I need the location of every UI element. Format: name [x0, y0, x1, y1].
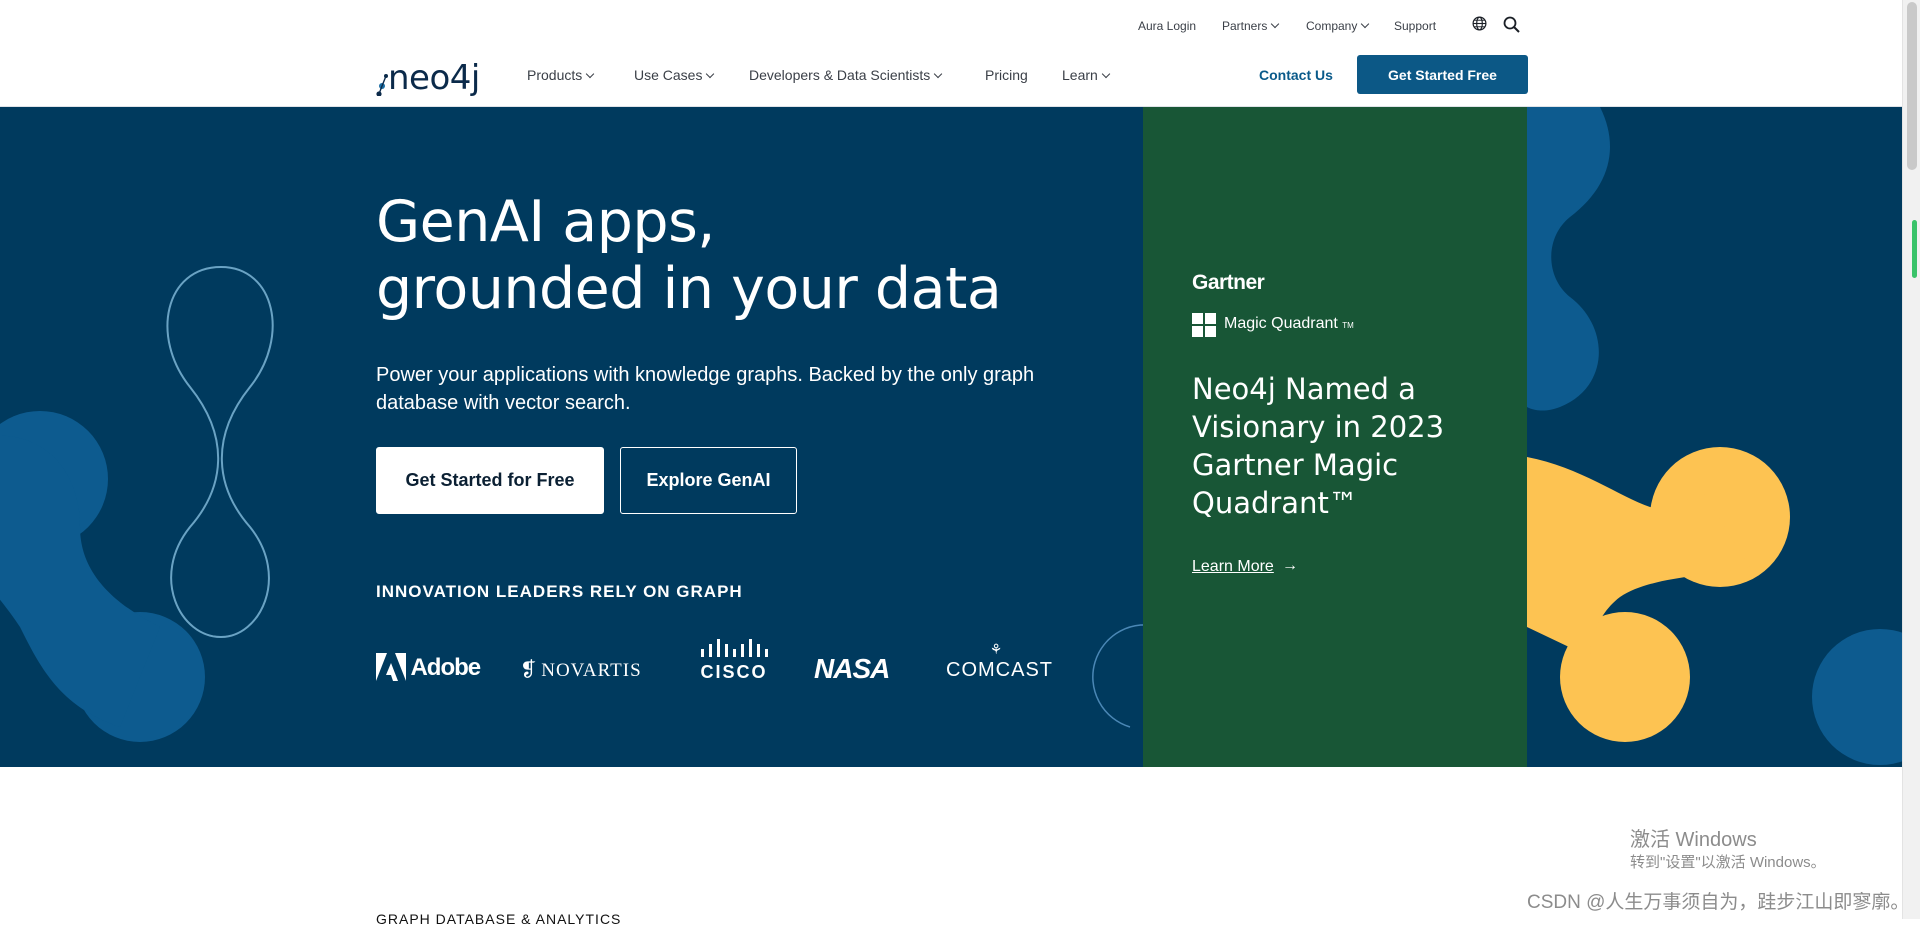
- chevron-down-icon: [1271, 19, 1280, 29]
- nav-learn-label: Learn: [1062, 67, 1098, 83]
- nav-use-cases-label: Use Cases: [634, 67, 703, 83]
- get-started-for-free-button[interactable]: Get Started for Free: [376, 447, 604, 514]
- utility-bar: Aura Login Partners Company Support: [0, 0, 1902, 50]
- nasa-logo: NASA: [814, 653, 890, 685]
- csdn-watermark: CSDN @人生万事须自为，跬步江山即寥廓。: [1527, 892, 1910, 913]
- novartis-logo: ❡ NOVARTIS: [520, 657, 642, 682]
- company-menu[interactable]: Company: [1306, 19, 1370, 33]
- cisco-wordmark: CISCO: [700, 662, 768, 682]
- neo4j-logo[interactable]: neo4j: [376, 58, 486, 98]
- get-started-free-button[interactable]: Get Started Free: [1357, 55, 1528, 94]
- hero-title-line1: GenAI apps,: [376, 189, 715, 255]
- main-nav: neo4j Products Use Cases Developers & Da…: [0, 50, 1902, 107]
- nav-products-label: Products: [527, 67, 583, 83]
- magic-quadrant-text: Magic Quadrant: [1224, 315, 1338, 332]
- partners-label: Partners: [1222, 19, 1268, 33]
- explore-genai-button[interactable]: Explore GenAI: [620, 447, 797, 514]
- company-label: Company: [1306, 19, 1358, 33]
- comcast-logo: ⚘ COMCAST: [946, 641, 1053, 682]
- hero-section: GenAI apps, grounded in your data Power …: [0, 107, 1902, 767]
- gartner-brand: Gartner: [1192, 271, 1265, 294]
- chevron-down-icon: [706, 69, 715, 79]
- windows-activation-title: 激活 Windows: [1630, 829, 1757, 851]
- adobe-wordmark: Adobe: [410, 654, 481, 681]
- cisco-bars-icon: [701, 639, 768, 657]
- hero-title: GenAI apps, grounded in your data: [376, 189, 1002, 323]
- windows-activation-hint: 转到"设置"以激活 Windows。: [1630, 854, 1826, 871]
- customer-logos: Adobe ❡ NOVARTIS CISCO NASA ⚘ COMCAST: [376, 639, 1056, 707]
- partners-menu[interactable]: Partners: [1222, 19, 1280, 33]
- chevron-down-icon: [1361, 19, 1370, 29]
- section-label: GRAPH DATABASE & ANALYTICS: [376, 911, 622, 927]
- page-scrollbar[interactable]: [1902, 0, 1920, 919]
- nav-products[interactable]: Products: [527, 67, 595, 83]
- nav-learn[interactable]: Learn: [1062, 67, 1111, 83]
- learn-more-link[interactable]: Learn More: [1192, 558, 1274, 576]
- nav-developers-label: Developers & Data Scientists: [749, 67, 931, 83]
- peacock-icon: ⚘: [989, 641, 1003, 657]
- leaders-heading: INNOVATION LEADERS RELY ON GRAPH: [376, 582, 743, 601]
- search-icon[interactable]: [1503, 16, 1520, 33]
- chevron-down-icon: [1101, 69, 1111, 79]
- aura-login-link[interactable]: Aura Login: [1138, 19, 1196, 33]
- scroll-indicator: [1912, 220, 1917, 278]
- nav-developers[interactable]: Developers & Data Scientists: [749, 67, 943, 83]
- comcast-wordmark: COMCAST: [946, 659, 1053, 681]
- chevron-down-icon: [586, 69, 595, 79]
- promo-title: Neo4j Named a Visionary in 2023 Gartner …: [1192, 372, 1445, 520]
- magic-quadrant-label: Magic Quadrant TM: [1224, 315, 1354, 333]
- nav-use-cases[interactable]: Use Cases: [634, 67, 715, 83]
- hero-subtitle: Power your applications with knowledge g…: [376, 364, 1035, 414]
- chevron-down-icon: [934, 69, 943, 79]
- hero-title-line2: grounded in your data: [376, 256, 1002, 322]
- cisco-logo: CISCO: [698, 639, 770, 683]
- scrollbar-thumb[interactable]: [1907, 2, 1917, 170]
- globe-icon[interactable]: [1472, 16, 1487, 31]
- logo-wordmark: neo4j: [388, 58, 480, 98]
- adobe-mark-icon: [376, 653, 406, 681]
- contact-us-link[interactable]: Contact Us: [1259, 67, 1333, 83]
- nasa-wordmark: NASA: [814, 653, 890, 684]
- nav-pricing[interactable]: Pricing: [985, 67, 1028, 83]
- novartis-flame-icon: ❡: [520, 659, 537, 681]
- novartis-wordmark: NOVARTIS: [541, 660, 642, 681]
- arrow-right-icon: →: [1282, 557, 1298, 574]
- magic-quadrant-tm: TM: [1342, 321, 1354, 330]
- adobe-logo: Adobe: [376, 653, 481, 683]
- gartner-promo-card: Gartner Magic Quadrant TM Neo4j Named a …: [1143, 107, 1527, 767]
- support-link[interactable]: Support: [1394, 19, 1436, 33]
